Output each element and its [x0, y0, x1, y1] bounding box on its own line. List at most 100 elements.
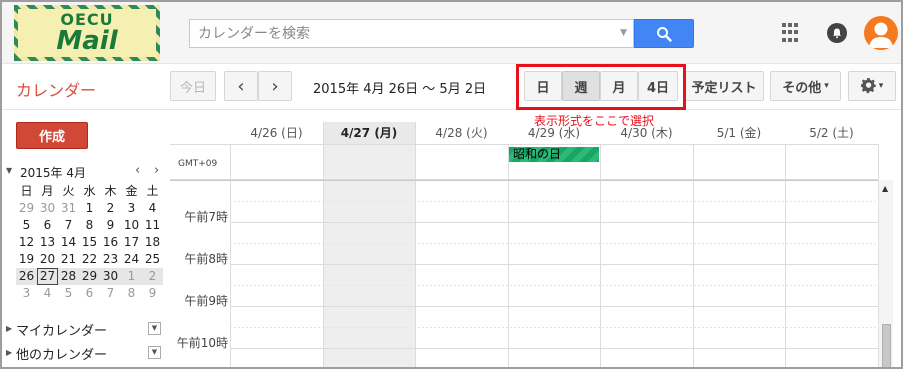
scroll-up-icon[interactable]: ▲: [882, 184, 888, 193]
mini-day[interactable]: 11: [142, 217, 163, 234]
more-button[interactable]: その他 ▾: [770, 71, 841, 101]
mini-day[interactable]: 15: [79, 234, 100, 251]
scroll-thumb[interactable]: [882, 324, 891, 367]
mini-day[interactable]: 12: [16, 234, 37, 251]
time-grid[interactable]: 午前7時 午前8時 午前9時 午前10時: [170, 180, 878, 367]
mini-day[interactable]: 5: [16, 217, 37, 234]
view-selector-highlight: [516, 64, 686, 110]
my-calendars-menu-icon[interactable]: ▼: [148, 322, 161, 335]
hour-line: [230, 306, 878, 307]
mini-day[interactable]: 8: [79, 217, 100, 234]
mini-day[interactable]: 18: [142, 234, 163, 251]
mini-day[interactable]: 1: [121, 268, 142, 285]
half-hour-line: [230, 243, 878, 244]
mini-day[interactable]: 25: [142, 251, 163, 268]
mini-day[interactable]: 9: [142, 285, 163, 302]
create-button[interactable]: 作成: [16, 122, 88, 149]
mini-weekday-row: 日 月 火 水 木 金 土: [16, 183, 163, 200]
mini-day[interactable]: 9: [100, 217, 121, 234]
logo-main-text: Mail: [56, 26, 118, 56]
search-input[interactable]: [190, 20, 610, 47]
mini-day[interactable]: 30: [100, 268, 121, 285]
mini-day[interactable]: 24: [121, 251, 142, 268]
mini-day[interactable]: 30: [37, 200, 58, 217]
mini-day[interactable]: 6: [79, 285, 100, 302]
mini-day[interactable]: 21: [58, 251, 79, 268]
mini-calendar-title[interactable]: 2015年 4月: [20, 164, 86, 181]
mini-prev-icon[interactable]: ‹: [135, 163, 140, 178]
mini-day[interactable]: 14: [58, 234, 79, 251]
expand-triangle-icon[interactable]: ▶: [6, 324, 12, 333]
mini-day[interactable]: 22: [79, 251, 100, 268]
grid-scrollbar[interactable]: ▲: [878, 180, 893, 367]
mini-day[interactable]: 4: [142, 200, 163, 217]
weekday-label: 火: [62, 184, 75, 198]
mini-day[interactable]: 3: [16, 285, 37, 302]
mini-day[interactable]: 7: [58, 217, 79, 234]
all-day-event[interactable]: 昭和の日: [509, 147, 599, 162]
logo-inner: OECU Mail: [18, 9, 156, 57]
mini-day[interactable]: 3: [121, 200, 142, 217]
timezone-label: GMT+09: [178, 159, 218, 169]
mini-day[interactable]: 8: [121, 285, 142, 302]
mini-day[interactable]: 2: [142, 268, 163, 285]
day-header[interactable]: 4/28 (火): [415, 122, 508, 144]
weekday-label: 金: [125, 184, 138, 198]
mini-day[interactable]: 4: [37, 285, 58, 302]
day-header-today[interactable]: 4/27 (月): [323, 122, 415, 144]
mini-calendar-header: ▼ 2015年 4月 ‹ ›: [6, 163, 166, 181]
date-range: 2015年 4月 26日 ～ 5月 2日: [313, 82, 487, 97]
mini-day[interactable]: 7: [100, 285, 121, 302]
settings-button[interactable]: ▾: [848, 71, 896, 101]
today-button[interactable]: 今日: [170, 71, 216, 101]
mini-week-row: 19 20 21 22 23 24 25: [16, 251, 163, 268]
mini-day[interactable]: 13: [37, 234, 58, 251]
mini-week-row: 29 30 31 1 2 3 4: [16, 200, 163, 217]
mini-day[interactable]: 31: [58, 200, 79, 217]
mini-day[interactable]: 23: [100, 251, 121, 268]
day-header[interactable]: 5/2 (土): [785, 122, 878, 144]
hour-line: [230, 264, 878, 265]
bell-icon[interactable]: [827, 23, 847, 43]
prev-button[interactable]: ‹: [224, 71, 258, 101]
next-button[interactable]: ›: [258, 71, 292, 101]
expand-triangle-icon[interactable]: ▶: [6, 348, 12, 357]
mini-next-icon[interactable]: ›: [154, 163, 159, 178]
other-calendars-menu-icon[interactable]: ▼: [148, 346, 161, 359]
mini-day[interactable]: 10: [121, 217, 142, 234]
mini-day[interactable]: 6: [37, 217, 58, 234]
day-header[interactable]: 4/29 (水): [508, 122, 600, 144]
mini-day[interactable]: 29: [16, 200, 37, 217]
my-calendars-label[interactable]: マイカレンダー: [16, 320, 107, 339]
agenda-button[interactable]: 予定リスト: [684, 71, 764, 101]
hour-label: 午前10時: [176, 336, 228, 350]
mini-day[interactable]: 29: [79, 268, 100, 285]
mini-day[interactable]: 26: [16, 268, 37, 285]
day-header[interactable]: 5/1 (金): [693, 122, 785, 144]
column-divider: [878, 144, 879, 180]
day-header[interactable]: 4/26 (日): [230, 122, 323, 144]
hour-label: 午前7時: [184, 210, 228, 224]
day-header[interactable]: 4/30 (木): [600, 122, 693, 144]
mini-day[interactable]: 16: [100, 234, 121, 251]
bell-glyph: [833, 28, 841, 39]
avatar[interactable]: [864, 16, 898, 50]
mini-day[interactable]: 1: [79, 200, 100, 217]
collapse-triangle-icon[interactable]: ▼: [6, 166, 12, 175]
mini-day[interactable]: 2: [100, 200, 121, 217]
apps-grid-icon[interactable]: [782, 23, 802, 43]
other-calendars-label[interactable]: 他のカレンダー: [16, 344, 107, 363]
mini-day[interactable]: 19: [16, 251, 37, 268]
search-button[interactable]: [634, 19, 694, 48]
mini-day[interactable]: 28: [58, 268, 79, 285]
mini-day-today[interactable]: 27: [37, 268, 58, 285]
mini-day[interactable]: 5: [58, 285, 79, 302]
gear-icon: [860, 78, 876, 94]
oecu-mail-logo[interactable]: OECU Mail: [14, 5, 160, 61]
mini-day[interactable]: 20: [37, 251, 58, 268]
mini-day[interactable]: 17: [121, 234, 142, 251]
chevron-down-icon: ▾: [824, 81, 829, 91]
hour-line: [230, 348, 878, 349]
search-dropdown-icon[interactable]: ▼: [620, 28, 627, 38]
weekday-label: 月: [41, 184, 54, 198]
